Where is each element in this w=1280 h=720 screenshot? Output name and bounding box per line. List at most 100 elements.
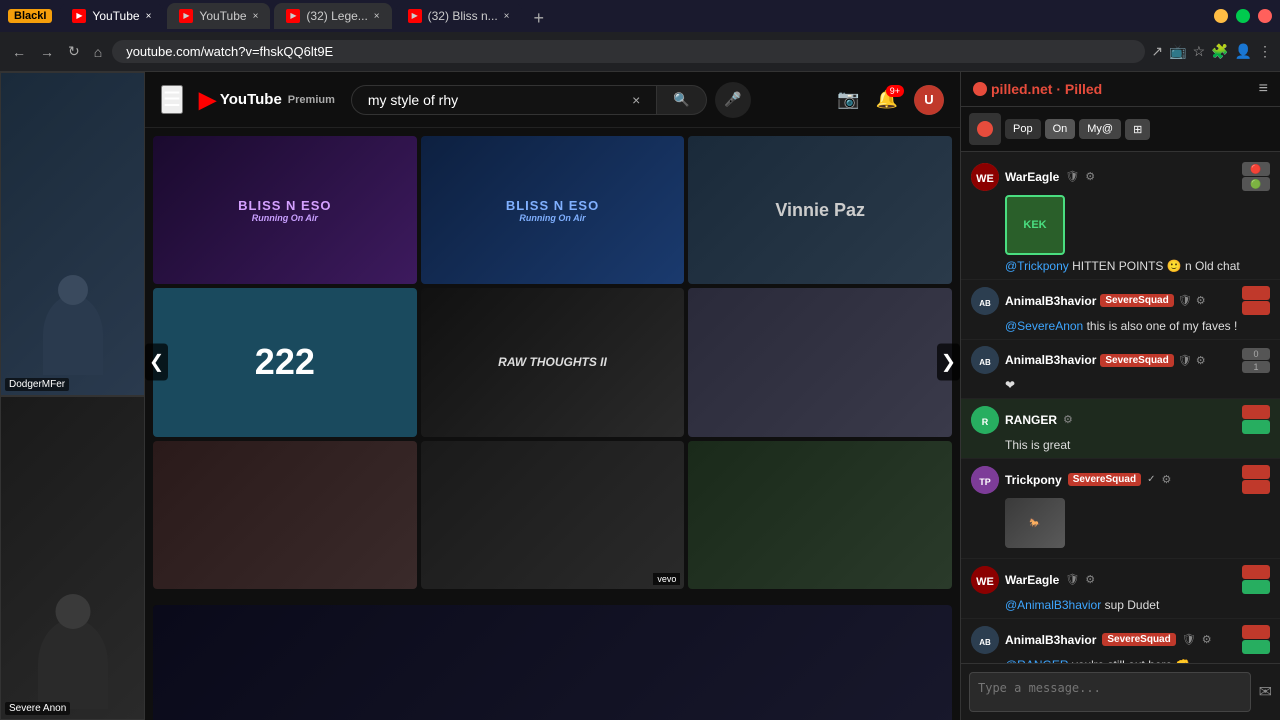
chat-send-icon[interactable]: ✉: [1259, 682, 1272, 702]
forward-button[interactable]: →: [36, 40, 58, 64]
voice-search-button[interactable]: 🎤: [715, 82, 751, 118]
msg-shield-icon-2: 🛡: [1178, 294, 1192, 307]
browser-icons: ↗ 📺 ☆ 🧩 👤 ⋮: [1151, 43, 1272, 60]
home-button[interactable]: ⌂: [90, 40, 106, 64]
search-submit-button[interactable]: 🔍: [657, 85, 707, 115]
msg-verified-icon-5: ✓: [1147, 474, 1155, 485]
back-button[interactable]: ←: [8, 40, 30, 64]
msg-toggle-group-1: 🔴 🟢: [1242, 162, 1270, 191]
msg-gear-icon-5[interactable]: ⚙: [1161, 473, 1171, 486]
carousel-next-button[interactable]: ❯: [937, 344, 960, 381]
svg-text:WE: WE: [976, 173, 994, 185]
msg-shield-icon-1: 🛡: [1065, 170, 1079, 183]
thumbnail-image-9: [688, 441, 952, 589]
chat-message-2: AB AnimalB3havior SevereSquad 🛡 ⚙: [961, 280, 1280, 340]
thumbnail-image-4: 222: [153, 288, 417, 436]
user-avatar[interactable]: U: [914, 85, 944, 115]
tab-close-yt4[interactable]: ×: [504, 11, 510, 22]
os-tab-label[interactable]: BlackI: [8, 9, 52, 23]
chat-message-4: R RANGER ⚙ This is great: [961, 399, 1280, 459]
chat-panel: pilled.net · Pilled ≡ Pop On My@ ⊞ WE Wa: [960, 72, 1280, 720]
thumbnail-item-2[interactable]: BLISS N ESO Running On Air: [421, 136, 685, 284]
chat-filter-button[interactable]: ⊞: [1125, 119, 1150, 140]
hamburger-menu-button[interactable]: ☰: [161, 85, 183, 114]
chat-pop-button[interactable]: Pop: [1005, 119, 1041, 139]
msg-gear-icon-1[interactable]: ⚙: [1085, 170, 1095, 183]
extensions-icon[interactable]: 🧩: [1211, 43, 1228, 60]
url-bar[interactable]: [112, 40, 1145, 63]
kek-image-1: KEK: [1005, 195, 1065, 255]
msg-gear-icon-4[interactable]: ⚙: [1063, 413, 1073, 426]
msg-gear-icon-2[interactable]: ⚙: [1196, 294, 1206, 307]
thumbnail-item-8[interactable]: vevo: [421, 441, 685, 589]
tab-label-yt4: (32) Bliss n...: [428, 9, 498, 23]
msg-gear-icon-7[interactable]: ⚙: [1202, 633, 1212, 646]
tab-yt3[interactable]: ▶ (32) Lege... ×: [274, 3, 391, 29]
chat-message-7: AB AnimalB3havior SevereSquad 🛡 ⚙ @RANGE…: [961, 619, 1280, 663]
close-button[interactable]: [1258, 9, 1272, 23]
search-input[interactable]: [368, 92, 632, 108]
video-player[interactable]: ↺ ⏭ 🔊 3:03 / 3:03 CC ⚙ ⧉ ▭: [153, 605, 952, 720]
thumbnail-image-6: [688, 288, 952, 436]
thumbnail-item-6[interactable]: [688, 288, 952, 436]
chat-messages-container: WE WarEagle 🛡 ⚙ 🔴 🟢 KEK @Trickpony HITTE…: [961, 152, 1280, 663]
thumbnail-image-3: Vinnie Paz: [688, 136, 952, 284]
msg-gear-icon-3[interactable]: ⚙: [1196, 354, 1206, 367]
title-bar-left: BlackI ▶ YouTube × ▶ YouTube × ▶ (32) Le…: [8, 3, 552, 29]
carousel-prev-button[interactable]: ❮: [145, 344, 168, 381]
tab-close-yt3[interactable]: ×: [374, 11, 380, 22]
thumbnail-item-5[interactable]: RAW THOUGHTS II: [421, 288, 685, 436]
thumbnail-item-1[interactable]: BLISS N ESO Running On Air: [153, 136, 417, 284]
tab-yt2[interactable]: ▶ YouTube ×: [167, 3, 270, 29]
vevo-badge: vevo: [653, 573, 680, 585]
msg-badge-5: SevereSquad: [1068, 473, 1141, 486]
tab-yt4[interactable]: ▶ (32) Bliss n... ×: [396, 3, 522, 29]
browser-bar: ← → ↻ ⌂ ↗ 📺 ☆ 🧩 👤 ⋮: [0, 32, 1280, 72]
share-page-icon[interactable]: ↗: [1151, 43, 1163, 60]
thumbnail-image-8: vevo: [421, 441, 685, 589]
thumbnail-item-9[interactable]: [688, 441, 952, 589]
msg-header-5: TP Trickpony SevereSquad ✓ ⚙: [971, 465, 1270, 494]
webcam-video-2: [1, 397, 144, 719]
new-tab-button[interactable]: +: [526, 8, 553, 29]
chat-input-field[interactable]: [969, 672, 1251, 712]
msg-gear-icon-6[interactable]: ⚙: [1085, 573, 1095, 586]
thumbnail-row-3: vevo: [153, 441, 952, 589]
thumbnail-item-4[interactable]: 222: [153, 288, 417, 436]
msg-shield-icon-7: 🛡: [1182, 633, 1196, 646]
chat-message-5: TP Trickpony SevereSquad ✓ ⚙ 🐎: [961, 459, 1280, 559]
msg-body-4: This is great: [971, 438, 1270, 452]
search-bar[interactable]: ×: [351, 85, 657, 115]
minimize-button[interactable]: [1214, 9, 1228, 23]
chat-message-3: AB AnimalB3havior SevereSquad 🛡 ⚙ 0 1 ❤: [961, 340, 1280, 399]
thumbnail-item-7[interactable]: [153, 441, 417, 589]
msg-toggle-2: [1242, 286, 1270, 315]
tab-favicon-yt2: ▶: [179, 9, 193, 23]
msg-counter-1: 🔴 🟢: [1242, 162, 1270, 191]
msg-toggle-5: [1242, 465, 1270, 494]
msg-avatar-1: WE: [971, 163, 999, 191]
more-options-icon[interactable]: ⋮: [1258, 43, 1272, 60]
cast-icon[interactable]: 📺: [1169, 43, 1186, 60]
reload-button[interactable]: ↻: [64, 39, 84, 64]
create-video-button[interactable]: 📷: [837, 89, 859, 110]
msg-username-2: AnimalB3havior: [1005, 294, 1096, 308]
chat-on-button[interactable]: On: [1045, 119, 1076, 139]
tab-close-yt1[interactable]: ×: [146, 11, 152, 22]
search-clear-button[interactable]: ×: [632, 92, 640, 108]
pilled-dot-icon: [973, 82, 987, 96]
tab-yt1[interactable]: ▶ YouTube ×: [60, 3, 163, 29]
chat-logo-button[interactable]: [969, 113, 1001, 145]
profile-icon[interactable]: 👤: [1235, 43, 1252, 60]
chat-menu-button[interactable]: ≡: [1259, 80, 1268, 98]
bookmark-icon[interactable]: ☆: [1193, 43, 1206, 60]
webcam-item-2: Severe Anon: [0, 396, 145, 720]
msg-counter-bot-3: 1: [1242, 361, 1270, 373]
tab-close-yt2[interactable]: ×: [253, 11, 259, 22]
maximize-button[interactable]: [1236, 9, 1250, 23]
thumbnail-item-3[interactable]: Vinnie Paz: [688, 136, 952, 284]
msg-username-7: AnimalB3havior: [1005, 633, 1096, 647]
chat-myat-button[interactable]: My@: [1079, 119, 1121, 139]
notifications-button[interactable]: 🔔 9+: [876, 89, 898, 110]
title-bar: BlackI ▶ YouTube × ▶ YouTube × ▶ (32) Le…: [0, 0, 1280, 32]
